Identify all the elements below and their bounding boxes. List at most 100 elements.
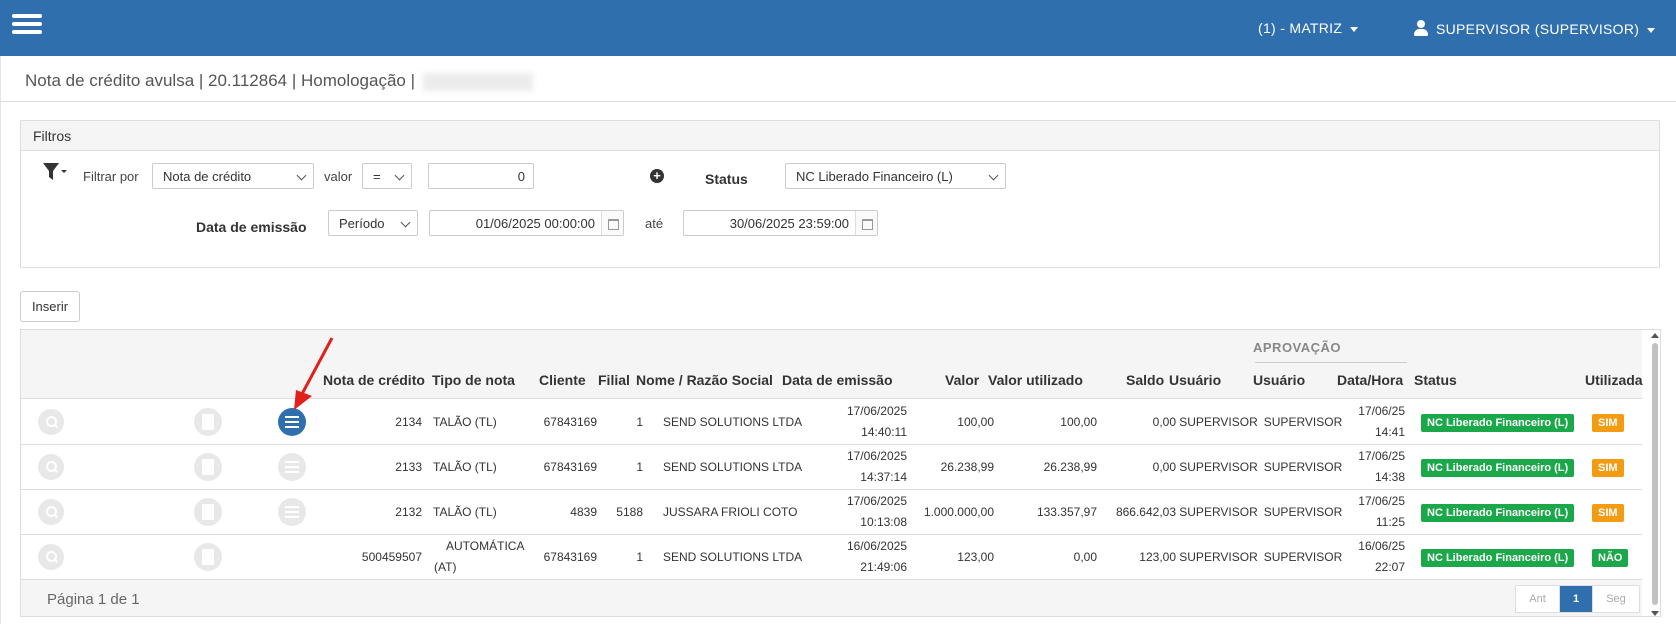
cell-aprov-data-line: 14:41 bbox=[1374, 425, 1405, 439]
table-row: 2134 67843169 1 SEND SOLUTIONS LTDA 100,00 10… bbox=[21, 400, 1642, 445]
insert-button[interactable]: Inserir bbox=[20, 291, 80, 322]
chevron-down-icon bbox=[400, 217, 411, 228]
col-usuario[interactable]: Usuário bbox=[1169, 372, 1221, 388]
cell-aprov-data: 17/06/25 14:41 bbox=[1351, 401, 1405, 443]
date-from-value: 01/06/2025 00:00:00 bbox=[475, 216, 595, 231]
cell-data-emissao-line: 17/06/2025 bbox=[846, 449, 907, 463]
cell-aprov-data-line: 14:38 bbox=[1374, 470, 1405, 484]
filter-by-select[interactable]: Nota de crédito bbox=[152, 163, 314, 189]
col-tipo-nota[interactable]: Tipo de nota bbox=[432, 372, 515, 388]
scrollbar[interactable] bbox=[1650, 333, 1660, 616]
search-icon[interactable] bbox=[38, 454, 64, 480]
operator-value: = bbox=[373, 169, 381, 184]
cell-valor-utilizado: 133.357,97 bbox=[1036, 505, 1097, 519]
document-icon[interactable] bbox=[194, 408, 222, 436]
user-icon bbox=[1414, 20, 1428, 36]
cell-valor: 100,00 bbox=[957, 415, 994, 429]
filter-by-value: Nota de crédito bbox=[163, 169, 252, 184]
cell-tipo: TALÃO (TL) bbox=[433, 415, 497, 429]
cell-cliente: 67843169 bbox=[543, 415, 597, 429]
page-info: Página 1 de 1 bbox=[47, 591, 140, 608]
filter-panel: Filtros Filtrar por Nota de crédito valo… bbox=[20, 120, 1660, 268]
operator-select[interactable]: = bbox=[362, 163, 412, 189]
cell-nome: SEND SOLUTIONS LTDA bbox=[663, 550, 803, 564]
cell-cliente: 67843169 bbox=[543, 550, 597, 564]
page-1-button[interactable]: 1 bbox=[1560, 586, 1592, 612]
status-label: Status bbox=[705, 171, 748, 187]
caret-down-icon bbox=[1647, 27, 1656, 33]
next-page-button[interactable]: Seg bbox=[1592, 586, 1639, 612]
col-status[interactable]: Status bbox=[1414, 372, 1457, 388]
cell-nota: 2132 bbox=[395, 505, 422, 519]
cell-usuario: SUPERVISOR bbox=[1179, 415, 1258, 429]
period-select[interactable]: Período bbox=[328, 210, 418, 236]
table-row: 500459507 67843169 1 SEND SOLUTIONS LTDA 123… bbox=[21, 535, 1642, 580]
cell-aprov-usuario: SUPERVISOR bbox=[1263, 460, 1343, 474]
table-header bbox=[21, 330, 1642, 399]
ate-label: até bbox=[645, 216, 664, 231]
cell-saldo: 0,00 bbox=[1152, 460, 1176, 474]
search-icon[interactable] bbox=[38, 409, 64, 435]
search-icon[interactable] bbox=[38, 499, 64, 525]
page-title-text: Nota de crédito avulsa | 20.112864 | Hom… bbox=[25, 71, 416, 90]
cell-aprov-data: 17/06/25 14:38 bbox=[1351, 446, 1405, 488]
col-nome[interactable]: Nome / Razão Social bbox=[636, 372, 773, 388]
branch-selector[interactable]: (1) - MATRIZ bbox=[1258, 20, 1359, 36]
list-icon[interactable] bbox=[278, 453, 306, 481]
document-icon[interactable] bbox=[194, 498, 222, 526]
col-valor[interactable]: Valor bbox=[945, 372, 979, 388]
utilizada-badge: SIM bbox=[1592, 414, 1624, 432]
document-icon[interactable] bbox=[194, 453, 222, 481]
list-icon[interactable] bbox=[278, 498, 306, 526]
col-saldo[interactable]: Saldo bbox=[1126, 372, 1164, 388]
cell-saldo: 866.642,03 bbox=[1115, 505, 1176, 519]
col-cliente[interactable]: Cliente bbox=[539, 372, 586, 388]
col-aprov-data[interactable]: Data/Hora bbox=[1337, 372, 1403, 388]
cell-valor: 1.000.000,00 bbox=[923, 505, 994, 519]
filter-funnel-icon[interactable] bbox=[42, 161, 68, 183]
filter-panel-title: Filtros bbox=[21, 121, 1659, 151]
date-from-input[interactable]: 01/06/2025 00:00:00 bbox=[429, 210, 624, 236]
status-select[interactable]: NC Liberado Financeiro (L) bbox=[785, 163, 1006, 189]
cell-nome: SEND SOLUTIONS LTDA bbox=[663, 415, 803, 429]
table-footer: Página 1 de 1 Ant 1 Seg bbox=[21, 579, 1642, 616]
status-badge: NC Liberado Financeiro (L) bbox=[1421, 504, 1575, 522]
approval-group-header: APROVAÇÃO bbox=[1253, 340, 1342, 355]
date-to-input[interactable]: 30/06/2025 23:59:00 bbox=[683, 210, 878, 236]
cell-valor: 123,00 bbox=[957, 550, 994, 564]
scroll-down-icon[interactable] bbox=[1651, 611, 1659, 616]
status-badge: NC Liberado Financeiro (L) bbox=[1421, 459, 1575, 477]
list-icon[interactable] bbox=[278, 408, 306, 436]
cell-aprov-data-line: 17/06/25 bbox=[1358, 404, 1405, 418]
calendar-icon[interactable] bbox=[855, 211, 877, 235]
redacted-text bbox=[423, 72, 534, 91]
chevron-down-icon bbox=[988, 170, 999, 181]
prev-page-button[interactable]: Ant bbox=[1516, 586, 1560, 612]
col-filial[interactable]: Filial bbox=[598, 372, 630, 388]
col-utilizada[interactable]: Utilizada bbox=[1585, 372, 1643, 388]
cell-data-emissao-line: 21:49:06 bbox=[860, 560, 907, 574]
user-menu[interactable]: SUPERVISOR (SUPERVISOR) bbox=[1414, 20, 1656, 37]
calendar-icon[interactable] bbox=[601, 211, 623, 235]
page-title: Nota de crédito avulsa | 20.112864 | Hom… bbox=[25, 71, 534, 91]
cell-data-emissao: 17/06/2025 14:40:11 bbox=[811, 401, 907, 443]
col-valor-utilizado[interactable]: Valor utilizado bbox=[988, 372, 1083, 388]
date-to-value: 30/06/2025 23:59:00 bbox=[729, 216, 849, 231]
cell-aprov-usuario: SUPERVISOR bbox=[1263, 505, 1343, 519]
search-icon[interactable] bbox=[38, 544, 64, 570]
scroll-thumb[interactable] bbox=[1652, 343, 1658, 605]
user-label: SUPERVISOR (SUPERVISOR) bbox=[1436, 21, 1640, 37]
cell-aprov-data-line: 16/06/25 bbox=[1358, 539, 1405, 553]
cell-data-emissao-line: 14:40:11 bbox=[861, 425, 907, 439]
status-badge: NC Liberado Financeiro (L) bbox=[1421, 414, 1575, 432]
add-filter-icon[interactable]: + bbox=[650, 169, 664, 183]
col-data-emissao[interactable]: Data de emissão bbox=[782, 372, 893, 388]
col-aprov-usuario[interactable]: Usuário bbox=[1253, 372, 1305, 388]
scroll-up-icon[interactable] bbox=[1651, 333, 1659, 338]
col-nota-credito[interactable]: Nota de crédito bbox=[323, 372, 425, 388]
hamburger-menu-icon[interactable] bbox=[12, 14, 42, 36]
cell-usuario: SUPERVISOR bbox=[1179, 460, 1258, 474]
value-input[interactable]: 0 bbox=[428, 163, 534, 189]
document-icon[interactable] bbox=[194, 543, 222, 571]
cell-tipo: TALÃO (TL) bbox=[433, 505, 497, 519]
